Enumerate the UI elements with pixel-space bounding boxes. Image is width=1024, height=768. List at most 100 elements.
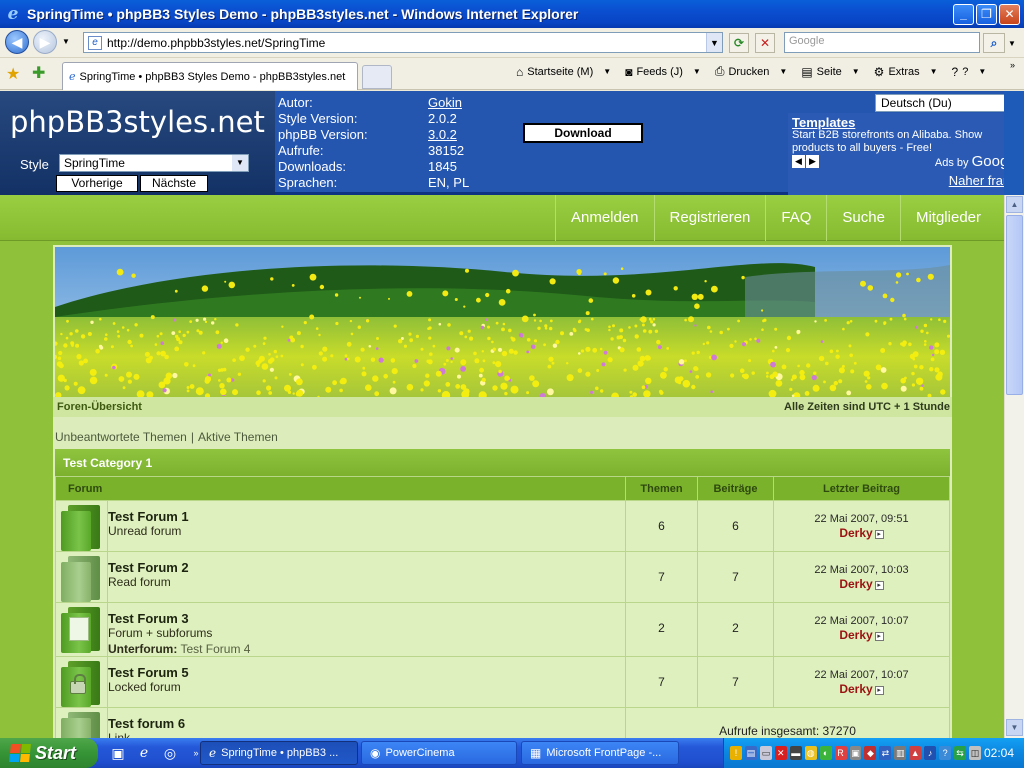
network-icon[interactable]: ▤: [744, 746, 757, 760]
taskbar-item-ie[interactable]: e SpringTime • phpBB3 ...: [200, 741, 358, 765]
address-dropdown-icon[interactable]: ▼: [706, 33, 722, 52]
antivirus-icon[interactable]: ✕: [774, 746, 787, 760]
command-print[interactable]: ⎙ Drucken ▼: [715, 64, 788, 79]
language-select[interactable]: Deutsch (Du) ▼: [875, 94, 1004, 112]
download-button[interactable]: Download: [523, 123, 643, 143]
tab-springtime[interactable]: e SpringTime • phpBB3 Styles Demo - phpB…: [62, 62, 358, 90]
taskbar-item-powercinema[interactable]: ◉ PowerCinema: [361, 741, 517, 765]
category-header[interactable]: Test Category 1: [55, 449, 950, 476]
ad-title-link[interactable]: Templates: [792, 115, 855, 130]
address-bar[interactable]: e http://demo.phpbb3styles.net/SpringTim…: [83, 32, 723, 53]
command-page[interactable]: ▤ Seite ▼: [801, 65, 859, 79]
next-style-button[interactable]: Nächste: [140, 175, 208, 192]
nav-link-mitglieder[interactable]: Mitglieder: [899, 195, 996, 241]
forum-title-link[interactable]: Test Forum 2: [108, 560, 625, 575]
search-icon[interactable]: ⌕: [983, 33, 1005, 53]
maximize-button[interactable]: ❐: [976, 3, 997, 25]
app-tray-icon[interactable]: ▬: [789, 746, 802, 760]
subforum-link[interactable]: Test Forum 4: [180, 642, 250, 656]
help-icon: ?: [951, 64, 959, 79]
chevron-down-icon[interactable]: ▼: [852, 67, 860, 76]
more-commands-icon[interactable]: »: [1010, 60, 1015, 70]
chevron-down-icon[interactable]: ▼: [603, 67, 611, 76]
monitor-icon[interactable]: ▭: [759, 746, 772, 760]
sync-icon[interactable]: ◐: [819, 746, 832, 760]
forum-title-link[interactable]: Test forum 6: [108, 716, 625, 731]
ad-body[interactable]: Start B2B storefronts on Alibaba. Show p…: [792, 129, 1004, 155]
history-dropdown-icon[interactable]: ▼: [62, 37, 70, 46]
alert-tray-icon[interactable]: ▲: [909, 746, 922, 760]
command-label: Feeds (J): [636, 65, 683, 78]
last-post-author[interactable]: Derky: [839, 682, 872, 696]
forum-title-link[interactable]: Test Forum 1: [108, 509, 625, 524]
search-input[interactable]: Google: [784, 32, 980, 53]
tool-tray-icon[interactable]: ▣: [849, 746, 862, 760]
back-button[interactable]: ◀: [5, 30, 29, 54]
style-select-value: SpringTime: [64, 156, 125, 170]
last-post-author[interactable]: Derky: [839, 526, 872, 540]
view-latest-post-icon[interactable]: ▸: [874, 529, 884, 539]
scroll-up-icon[interactable]: ▲: [1006, 196, 1023, 213]
chevron-down-icon[interactable]: ▼: [779, 67, 787, 76]
help-tray-icon[interactable]: ?: [939, 746, 952, 760]
forum-folder-icon: [58, 554, 102, 602]
favorites-star-icon[interactable]: ★: [6, 64, 20, 84]
command-home[interactable]: ⌂ Startseite (M) ▼: [516, 65, 611, 79]
ad-next-icon[interactable]: ▶: [806, 155, 819, 168]
taskbar-label: Microsoft FrontPage -...: [546, 747, 662, 759]
close-button[interactable]: ✕: [999, 3, 1020, 25]
scroll-thumb[interactable]: [1006, 215, 1023, 395]
style-select[interactable]: SpringTime ▼: [59, 154, 249, 172]
chevron-down-icon[interactable]: ▼: [930, 67, 938, 76]
nav-link-registrieren[interactable]: Registrieren: [653, 195, 766, 241]
previous-style-button[interactable]: Vorherige: [56, 175, 138, 192]
view-latest-post-icon[interactable]: ▸: [874, 685, 884, 695]
taskbar-item-frontpage[interactable]: ▦ Microsoft FrontPage -...: [521, 741, 679, 765]
volume-icon[interactable]: ♪: [924, 746, 937, 760]
nav-link-faq[interactable]: FAQ: [765, 195, 826, 241]
active-topics-link[interactable]: Aktive Themen: [198, 430, 278, 444]
forward-button[interactable]: ▶: [33, 30, 57, 54]
command-tools[interactable]: ⚙ Extras ▼: [874, 65, 938, 79]
security-shield-icon[interactable]: !: [730, 746, 742, 760]
view-latest-post-icon[interactable]: ▸: [874, 631, 884, 641]
ad-prev-icon[interactable]: ◀: [792, 155, 805, 168]
bluetooth-tray-icon[interactable]: ◆: [864, 746, 877, 760]
frame-link[interactable]: Naher frame: [949, 173, 1004, 188]
phpbb-version-link[interactable]: 3.0.2: [428, 127, 457, 142]
last-post-author[interactable]: Derky: [839, 577, 872, 591]
desktop-icon[interactable]: ▣: [108, 743, 128, 763]
forum-title-link[interactable]: Test Forum 3: [108, 611, 625, 626]
media-icon[interactable]: ◎: [160, 743, 180, 763]
connection-icon[interactable]: ⇄: [879, 746, 892, 760]
update-icon[interactable]: ◍: [804, 746, 817, 760]
nav-link-suche[interactable]: Suche: [826, 195, 900, 241]
start-button[interactable]: Start: [0, 738, 98, 768]
command-feeds[interactable]: ◙ Feeds (J) ▼: [625, 65, 701, 79]
new-tab-button[interactable]: [362, 65, 392, 89]
stop-tray-icon[interactable]: R: [834, 746, 847, 760]
chevron-down-icon[interactable]: ▼: [978, 67, 986, 76]
safely-remove-icon[interactable]: ⇆: [954, 746, 966, 760]
search-options-icon[interactable]: ▼: [1008, 39, 1016, 48]
breadcrumb[interactable]: Foren-Übersicht: [57, 401, 142, 413]
command-help[interactable]: ?? ▼: [952, 65, 987, 79]
hardware-icon[interactable]: ▥: [894, 746, 907, 760]
ie-quicklaunch-icon[interactable]: e: [134, 743, 154, 763]
forum-title-link[interactable]: Test Forum 5: [108, 665, 625, 680]
last-post-author[interactable]: Derky: [839, 628, 872, 642]
author-link[interactable]: Gokin: [428, 95, 462, 110]
stop-icon[interactable]: ✕: [755, 33, 775, 53]
ads-by-google[interactable]: Ads by Google: [935, 153, 1004, 170]
nav-link-anmelden[interactable]: Anmelden: [554, 195, 654, 241]
vertical-scrollbar[interactable]: ▲ ▼: [1004, 195, 1024, 738]
site-logo[interactable]: phpBB3styles.net: [10, 105, 265, 139]
minimize-button[interactable]: _: [953, 3, 974, 25]
add-favorite-icon[interactable]: ✚: [32, 63, 45, 83]
scroll-down-icon[interactable]: ▼: [1006, 719, 1023, 736]
display-tray-icon[interactable]: ◫: [969, 746, 981, 760]
chevron-down-icon[interactable]: ▼: [693, 67, 701, 76]
view-latest-post-icon[interactable]: ▸: [874, 580, 884, 590]
refresh-icon[interactable]: ⟳: [729, 33, 749, 53]
unanswered-topics-link[interactable]: Unbeantwortete Themen: [55, 430, 187, 444]
